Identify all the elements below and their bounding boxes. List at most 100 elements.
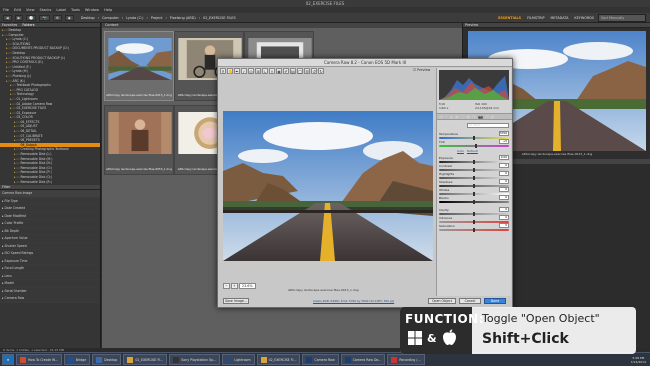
taskbar-app[interactable]: Desktop xyxy=(92,354,122,365)
slider-value-field[interactable]: 0 xyxy=(499,195,509,200)
slider-value-field[interactable]: 0 xyxy=(499,179,509,184)
crop-tool-icon[interactable]: ⊞ xyxy=(255,68,261,74)
filter-category[interactable]: ▸ Focal Length xyxy=(0,265,100,273)
taskbar-app[interactable]: Bridge xyxy=(63,354,91,365)
filter-category[interactable]: ▸ Camera Raw xyxy=(0,295,100,303)
slider-value-field[interactable]: 0 xyxy=(499,207,509,212)
filter-category[interactable]: ▸ Date Created xyxy=(0,205,100,213)
graduated-filter-icon[interactable]: ▤ xyxy=(290,68,296,74)
tab-folders[interactable]: Folders xyxy=(22,23,34,27)
camera-download-button[interactable]: 📷 xyxy=(39,14,50,21)
refine-button[interactable]: ⚙ xyxy=(52,14,62,21)
slider-value-field[interactable]: 0 xyxy=(499,187,509,192)
taskbar-app[interactable]: Sony Playstation Op... xyxy=(169,354,221,365)
color-sampler-tool-icon[interactable]: ✓ xyxy=(241,68,247,74)
taskbar-app[interactable]: How To Create W... xyxy=(16,354,62,365)
filter-category[interactable]: ▸ Color Profile xyxy=(0,220,100,228)
white-balance-select[interactable]: As Shot xyxy=(467,123,509,128)
spot-removal-tool-icon[interactable]: ⚪ xyxy=(269,68,275,74)
taskbar-app[interactable]: Camera Raw Do... xyxy=(340,354,386,365)
taskbar-app[interactable]: Recording (... xyxy=(387,354,425,365)
slider-value-field[interactable]: 0 xyxy=(499,171,509,176)
thumbnail-cell[interactable]: ARScrispy landscape-exercise files-0053_… xyxy=(104,105,174,175)
workspace-keywords[interactable]: KEYWORDS xyxy=(572,16,596,20)
breadcrumb-item[interactable]: Computer xyxy=(102,16,119,20)
taskbar-app[interactable]: Camera Raw xyxy=(302,354,339,365)
filter-category[interactable]: ▸ Serial Number xyxy=(0,287,100,295)
effects-panel-icon[interactable]: fx xyxy=(472,114,476,119)
filter-category[interactable]: ▸ ISO Speed Ratings xyxy=(0,250,100,258)
zoom-in-button[interactable]: + xyxy=(230,283,238,289)
save-image-button[interactable]: Save Image... xyxy=(223,298,249,304)
slider-tint[interactable]: Tint +5 xyxy=(439,139,509,148)
slider-value-field[interactable]: +5 xyxy=(499,139,509,144)
forward-button[interactable]: ▶ xyxy=(14,14,24,21)
workflow-options-link[interactable]: Adobe RGB (1998); 8 bit; 5760 by 3840 (2… xyxy=(313,299,433,303)
hand-tool-icon[interactable]: ✋ xyxy=(227,68,233,74)
open-in-camera-raw-button[interactable]: ◉ xyxy=(64,14,74,21)
breadcrumb-item[interactable]: Project xyxy=(151,16,163,20)
slider-thumb[interactable] xyxy=(475,144,478,148)
zoom-out-button[interactable]: − xyxy=(223,283,230,289)
tab-preview[interactable]: Preview xyxy=(463,23,650,28)
filter-category[interactable]: ▸ Exposure Time xyxy=(0,257,100,265)
thumbnail-cell[interactable]: ARScrispy landscape-exercise files-0013_… xyxy=(104,31,174,101)
search-input[interactable]: Sort Manually xyxy=(598,14,646,22)
preferences-icon[interactable]: ☰ xyxy=(304,68,310,74)
breadcrumb-item[interactable]: Pixelsing (ARD) xyxy=(170,16,196,20)
slider-saturation[interactable]: Saturation 0 xyxy=(439,223,509,232)
slider-thumb[interactable] xyxy=(473,228,475,232)
breadcrumb-item[interactable]: Lynda (C:) xyxy=(126,16,143,20)
hsl-panel-icon[interactable]: ▣ xyxy=(455,114,459,119)
folder-tree-item[interactable]: ▸ ▭ Removable Disk (R:) xyxy=(0,180,100,185)
taskbar-app[interactable]: 02_EXERCISE FI... xyxy=(123,354,168,365)
white-balance-tool-icon[interactable]: ✒ xyxy=(234,68,240,74)
recent-folder-button[interactable]: 🕓 xyxy=(26,14,37,21)
auto-link[interactable]: Auto xyxy=(457,149,464,153)
preview-checkbox[interactable]: ☑ Preview xyxy=(413,68,430,72)
rotate-left-icon[interactable]: ↺ xyxy=(311,68,317,74)
back-button[interactable]: ◀ xyxy=(3,14,12,21)
filter-category[interactable]: ▸ Lens xyxy=(0,272,100,280)
zoom-tool-icon[interactable]: ⚲ xyxy=(220,68,226,74)
basic-panel-icon[interactable]: ◑ xyxy=(439,114,443,119)
slider-value-field[interactable]: 0 xyxy=(499,223,509,228)
targeted-adjustment-tool-icon[interactable]: ◎ xyxy=(248,68,254,74)
lens-corrections-icon[interactable]: ▣ xyxy=(467,114,471,119)
breadcrumb-item[interactable]: 02_EXERCISE FILES xyxy=(203,16,236,20)
split-toning-icon[interactable]: ◫ xyxy=(461,114,465,119)
presets-icon[interactable]: ☰ xyxy=(485,114,489,119)
camera-raw-image-preview[interactable] xyxy=(223,111,433,261)
camera-calibration-icon[interactable]: 📷 xyxy=(478,114,483,119)
rotate-right-icon[interactable]: ↻ xyxy=(318,68,324,74)
slider-value-field[interactable]: 0 xyxy=(499,215,509,220)
taskbar-app[interactable]: Lightroom xyxy=(222,354,255,365)
workspace-filmstrip[interactable]: FILMSTRIP xyxy=(525,16,546,20)
adjustment-brush-icon[interactable]: ✐ xyxy=(283,68,289,74)
radial-filter-icon[interactable]: ◯ xyxy=(297,68,303,74)
slider-track[interactable] xyxy=(439,145,509,147)
workspace-essentials[interactable]: ESSENTIALS xyxy=(496,16,523,20)
zoom-level[interactable]: 23.6% xyxy=(238,283,256,289)
cancel-button[interactable]: Cancel xyxy=(459,298,481,304)
slider-blacks[interactable]: Blacks 0 xyxy=(439,195,509,204)
detail-panel-icon[interactable]: ▲ xyxy=(450,114,453,119)
default-link[interactable]: Default xyxy=(467,149,478,153)
workspace-metadata[interactable]: METADATA xyxy=(548,16,570,20)
slider-thumb[interactable] xyxy=(473,200,475,204)
slider-value-field[interactable]: 0.00 xyxy=(499,155,509,160)
filter-category[interactable]: ▸ Date Modified xyxy=(0,212,100,220)
open-object-button[interactable]: Open Object xyxy=(428,298,456,304)
filter-category[interactable]: ▸ Model xyxy=(0,280,100,288)
slider-value-field[interactable]: 5700 xyxy=(499,131,509,136)
tone-curve-icon[interactable]: ∽ xyxy=(445,114,448,119)
filter-category[interactable]: ▸ Shutter Speed xyxy=(0,242,100,250)
tab-favorites[interactable]: Favorites xyxy=(2,23,17,27)
straighten-tool-icon[interactable]: ∟ xyxy=(262,68,268,74)
slider-value-field[interactable]: 0 xyxy=(499,163,509,168)
red-eye-tool-icon[interactable]: ◉ xyxy=(276,68,282,74)
start-button[interactable]: ❖ xyxy=(2,354,14,365)
filter-category[interactable]: ▸ Bit Depth xyxy=(0,227,100,235)
filter-category[interactable]: ▸ Aperture Value xyxy=(0,235,100,243)
snapshots-icon[interactable]: ▦ xyxy=(491,114,495,119)
